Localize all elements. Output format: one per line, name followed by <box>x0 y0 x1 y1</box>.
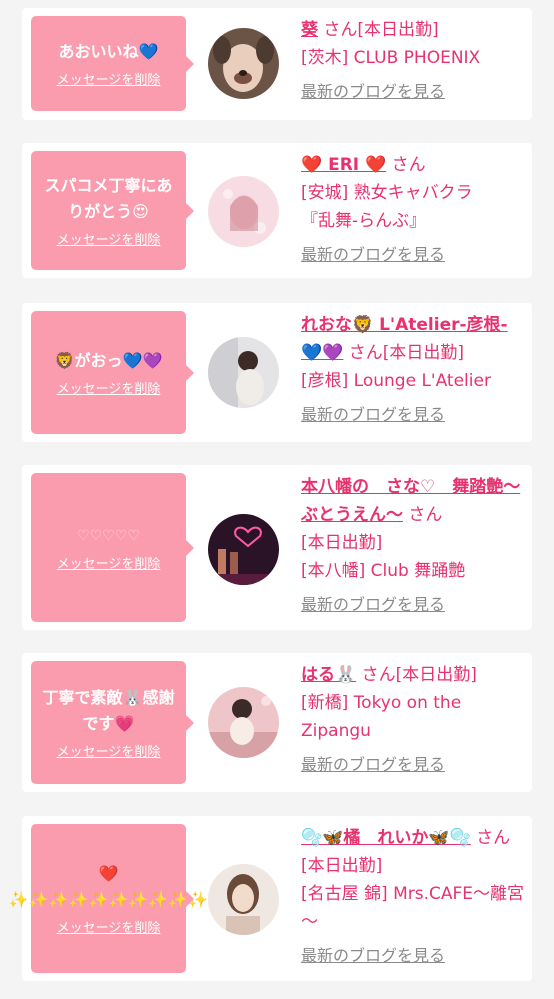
avatar-photo <box>208 176 279 247</box>
message-card: スパコメ丁寧にありがとう😍 メッセージを削除 ❤️ ERI ❤️ さん [安城]… <box>22 143 532 278</box>
message-card: 丁寧で素敵🐰感謝です💗 メッセージを削除 はる🐰 さん[本日出勤] [新橋] T… <box>22 653 532 792</box>
cast-name-link[interactable]: 🫧🦋橘 れいか🦋🫧 <box>301 828 471 848</box>
cast-name-suffix: さん[本日出勤] <box>323 20 439 40</box>
delete-message-link[interactable]: メッセージを削除 <box>57 741 161 760</box>
message-text: 丁寧で素敵🐰感謝です💗 <box>42 688 175 733</box>
message-text: ❤️ ✨✨✨✨✨✨✨✨✨✨ <box>8 864 209 909</box>
message-card: あおいいね💙 メッセージを削除 葵 さん[本日出勤] [茨木] CLUB PHO… <box>22 8 532 120</box>
cast-info: はる🐰 さん[本日出勤] [新橋] Tokyo on the Zipangu 最… <box>301 661 526 779</box>
cast-name-link[interactable]: 葵 <box>301 20 318 40</box>
avatar-photo <box>208 514 279 585</box>
shop-info: [安城] 熟女キャバクラ <box>301 183 473 203</box>
shop-info: [名古屋 錦] Mrs.CAFE～離宮～ <box>301 884 525 932</box>
latest-blog-link[interactable]: 最新のブログを見る <box>301 401 445 429</box>
message-bubble: 🦁がおっ💙💜 メッセージを削除 <box>31 311 194 434</box>
avatar[interactable] <box>208 337 279 408</box>
cast-info: 本八幡の さな♡ 舞踏艶～ぶとうえん～ さん [本日出勤] [本八幡] Club… <box>301 473 526 619</box>
avatar[interactable] <box>208 864 279 935</box>
message-text: スパコメ丁寧にありがとう😍 <box>44 176 173 221</box>
avatar-photo <box>208 337 279 408</box>
cast-info: 🫧🦋橘 れいか🦋🫧 さん[本日出勤] [名古屋 錦] Mrs.CAFE～離宮～ … <box>301 824 526 970</box>
delete-message-link[interactable]: メッセージを削除 <box>57 917 161 936</box>
message-bubble: 丁寧で素敵🐰感謝です💗 メッセージを削除 <box>31 661 194 784</box>
avatar[interactable] <box>208 28 279 99</box>
avatar[interactable] <box>208 176 279 247</box>
cast-name-suffix: さん[本日出勤] <box>361 665 477 685</box>
avatar[interactable] <box>208 514 279 585</box>
latest-blog-link[interactable]: 最新のブログを見る <box>301 591 445 619</box>
shop-info: [本日出勤] <box>301 533 383 553</box>
delete-message-link[interactable]: メッセージを削除 <box>57 378 161 397</box>
latest-blog-link[interactable]: 最新のブログを見る <box>301 942 445 970</box>
cast-info: れおな🦁 L'Atelier-彦根-💙💜 さん[本日出勤] [彦根] Loung… <box>301 311 526 429</box>
delete-message-link[interactable]: メッセージを削除 <box>57 229 161 248</box>
message-text: あおいいね💙 <box>58 42 159 61</box>
shop-info: [彦根] Lounge L'Atelier <box>301 371 491 391</box>
shop-info: [本八幡] Club 舞踊艶 <box>301 561 466 581</box>
cast-name-link[interactable]: はる🐰 <box>301 665 356 685</box>
message-bubble: ♡♡♡♡♡ メッセージを削除 <box>31 473 194 622</box>
avatar[interactable] <box>208 687 279 758</box>
message-card: ♡♡♡♡♡ メッセージを削除 本八幡の さな♡ 舞踏艶～ぶとうえん～ さん [本… <box>22 465 532 630</box>
latest-blog-link[interactable]: 最新のブログを見る <box>301 241 445 269</box>
cast-name-suffix: さん[本日出勤] <box>348 343 465 363</box>
cast-info: ❤️ ERI ❤️ さん [安城] 熟女キャバクラ 『乱舞-らんぶ』 最新のブロ… <box>301 151 526 269</box>
cast-name-suffix: さん <box>408 505 443 525</box>
latest-blog-link[interactable]: 最新のブログを見る <box>301 751 445 779</box>
shop-info: 『乱舞-らんぶ』 <box>301 211 427 231</box>
avatar-photo <box>208 28 279 99</box>
avatar-photo <box>208 687 279 758</box>
avatar-photo <box>208 864 279 935</box>
message-card: ❤️ ✨✨✨✨✨✨✨✨✨✨ メッセージを削除 🫧🦋橘 れいか🦋🫧 さん[本日出勤… <box>9 816 532 981</box>
message-text: ♡♡♡♡♡ <box>77 528 140 544</box>
message-list: あおいいね💙 メッセージを削除 葵 さん[本日出勤] [茨木] CLUB PHO… <box>0 0 554 999</box>
delete-message-link[interactable]: メッセージを削除 <box>57 553 161 572</box>
cast-info: 葵 さん[本日出勤] [茨木] CLUB PHOENIX 最新のブログを見る <box>301 16 526 106</box>
latest-blog-link[interactable]: 最新のブログを見る <box>301 78 445 106</box>
shop-info: [茨木] CLUB PHOENIX <box>301 48 481 68</box>
message-card: 🦁がおっ💙💜 メッセージを削除 れおな🦁 L'Atelier-彦根-💙💜 さん[… <box>22 303 532 442</box>
delete-message-link[interactable]: メッセージを削除 <box>57 69 161 88</box>
message-bubble: ❤️ ✨✨✨✨✨✨✨✨✨✨ メッセージを削除 <box>9 824 208 973</box>
shop-info: [新橋] Tokyo on the Zipangu <box>301 693 462 741</box>
message-bubble: あおいいね💙 メッセージを削除 <box>31 16 194 111</box>
cast-name-suffix: さん <box>391 155 426 175</box>
message-bubble: スパコメ丁寧にありがとう😍 メッセージを削除 <box>31 151 194 270</box>
message-text: 🦁がおっ💙💜 <box>54 351 163 370</box>
cast-name-link[interactable]: ❤️ ERI ❤️ <box>301 155 386 175</box>
